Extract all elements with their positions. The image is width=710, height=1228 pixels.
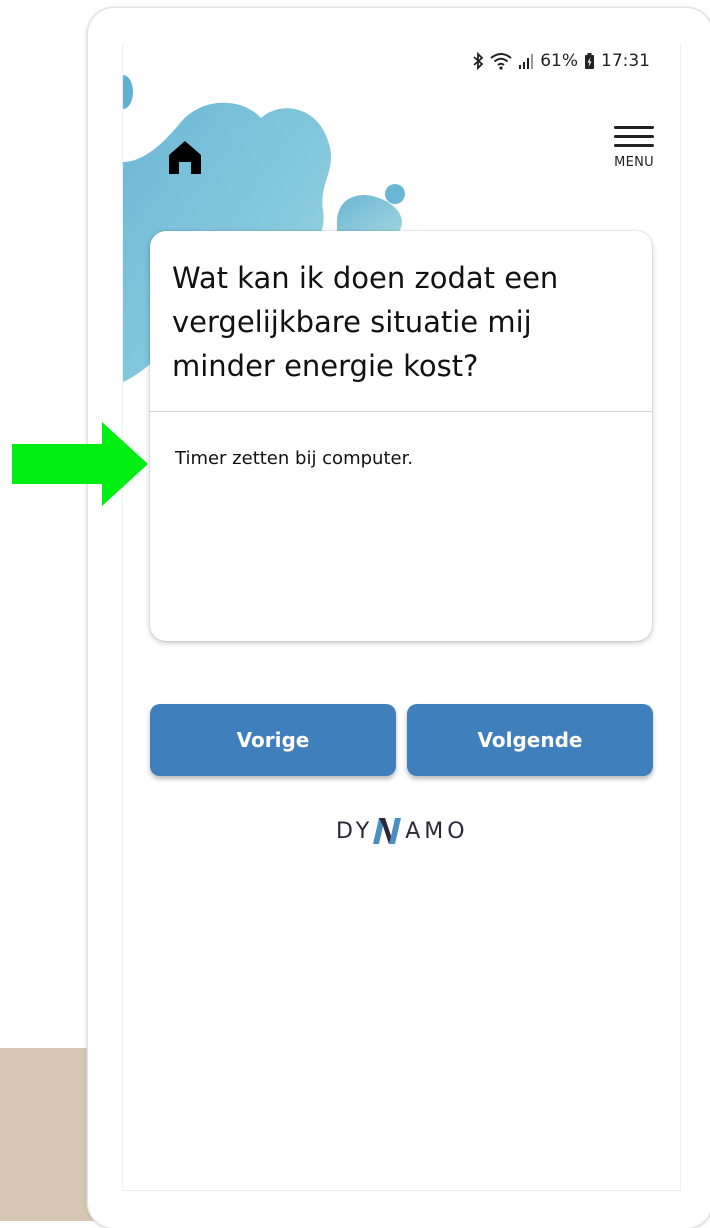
signal-icon <box>518 52 534 70</box>
dynamo-logo: DY AMO <box>336 814 469 848</box>
status-bar: 61% 17:31 <box>472 50 650 72</box>
logo-text-right: AMO <box>405 818 469 844</box>
question-card: Wat kan ik doen zodat een vergelijkbare … <box>150 231 652 641</box>
bluetooth-icon <box>472 52 484 70</box>
battery-icon <box>584 52 595 70</box>
menu-label: MENU <box>614 155 654 170</box>
status-time: 17:31 <box>601 51 650 71</box>
hamburger-icon-line <box>614 144 654 147</box>
menu-button[interactable]: MENU <box>612 124 656 176</box>
previous-button[interactable]: Vorige <box>150 704 396 776</box>
hamburger-icon-line <box>614 126 654 129</box>
question-text: Wat kan ik doen zodat een vergelijkbare … <box>172 261 559 383</box>
next-button[interactable]: Volgende <box>407 704 653 776</box>
hamburger-icon-line <box>614 135 654 138</box>
battery-percentage: 61% <box>540 51 578 71</box>
logo-text-left: DY <box>336 818 374 844</box>
wifi-icon <box>490 52 512 70</box>
green-arrow-annotation <box>12 422 148 506</box>
home-icon[interactable] <box>167 138 203 176</box>
logo-n-mark <box>373 818 402 844</box>
answer-textarea[interactable]: Timer zetten bij computer. <box>150 412 652 640</box>
